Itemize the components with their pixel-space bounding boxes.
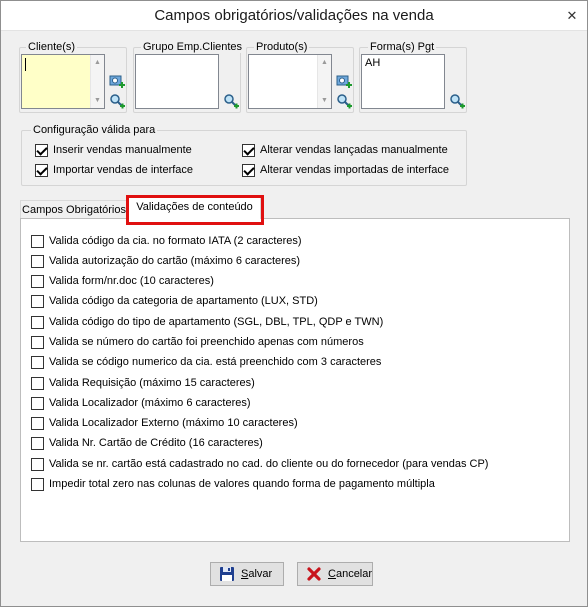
scroll-down-icon[interactable]: ▼ — [91, 94, 104, 107]
option-label: Alterar vendas importadas de interface — [260, 164, 449, 176]
search-forma-pgt-icon[interactable] — [449, 93, 465, 109]
checkbox[interactable] — [31, 316, 44, 329]
validation-label: Valida Localizador Externo (máximo 10 ca… — [49, 417, 298, 429]
checkbox[interactable] — [35, 144, 48, 157]
scroll-down-icon[interactable]: ▼ — [318, 94, 331, 107]
checkbox[interactable] — [242, 164, 255, 177]
checkbox[interactable] — [31, 437, 44, 450]
title-bar: Campos obrigatórios/validações na venda … — [1, 1, 587, 31]
scroll-up-icon[interactable]: ▲ — [91, 56, 104, 69]
checkbox[interactable] — [31, 255, 44, 268]
validation-label: Valida código do tipo de apartamento (SG… — [49, 316, 384, 328]
cancel-button[interactable]: Cancelar — [297, 562, 373, 586]
close-icon[interactable]: ✕ — [563, 7, 581, 25]
validation-label: Valida código da cia. no formato IATA (2… — [49, 235, 302, 247]
checkbox[interactable] — [31, 235, 44, 248]
list-item[interactable]: AH — [365, 57, 380, 69]
red-x-icon — [306, 566, 322, 582]
forma-pgt-list[interactable]: AH — [361, 54, 445, 109]
option-label: Alterar vendas lançadas manualmente — [260, 144, 448, 156]
validation-label: Valida código da categoria de apartament… — [49, 295, 318, 307]
option-label: Inserir vendas manualmente — [53, 144, 192, 156]
produto-scrollbar[interactable]: ▲ ▼ — [317, 55, 331, 108]
checkbox[interactable] — [242, 144, 255, 157]
validation-label: Impedir total zero nas colunas de valore… — [49, 478, 435, 490]
checkbox[interactable] — [31, 336, 44, 349]
checkbox[interactable] — [31, 478, 44, 491]
checkbox[interactable] — [31, 295, 44, 308]
validation-label: Valida se nr. cartão está cadastrado no … — [49, 458, 489, 470]
checkbox[interactable] — [31, 377, 44, 390]
group-configuracao-label: Configuração válida para — [31, 124, 158, 136]
tab-highlight-box — [126, 195, 264, 225]
checkbox[interactable] — [31, 417, 44, 430]
cancel-button-label: Cancelar — [328, 568, 373, 580]
save-button-label: Salvar — [241, 568, 273, 580]
dialog-window: Campos obrigatórios/validações na venda … — [0, 0, 588, 607]
clientes-list[interactable]: ▲ ▼ — [21, 54, 105, 109]
add-cliente-icon[interactable] — [109, 74, 125, 90]
validation-label: Valida autorização do cartão (máximo 6 c… — [49, 255, 301, 267]
text-cursor — [25, 58, 26, 71]
checkbox[interactable] — [31, 356, 44, 369]
group-configuracao: Configuração válida para — [21, 124, 467, 186]
checkbox[interactable] — [31, 458, 44, 471]
search-cliente-icon[interactable] — [109, 93, 125, 109]
validation-label: Valida se código numerico da cia. está p… — [49, 356, 382, 368]
validation-label: Valida se número do cartão foi preenchid… — [49, 336, 364, 348]
save-button[interactable]: Salvar — [210, 562, 284, 586]
scroll-up-icon[interactable]: ▲ — [318, 56, 331, 69]
checkbox[interactable] — [31, 397, 44, 410]
validation-label: Valida Requisição (máximo 15 caracteres) — [49, 377, 255, 389]
group-grupo-label: Grupo Emp.Clientes — [141, 41, 245, 53]
window-title: Campos obrigatórios/validações na venda — [154, 7, 434, 24]
group-forma-pgt-label: Forma(s) Pgt — [368, 41, 437, 53]
search-produto-icon[interactable] — [336, 93, 352, 109]
validation-label: Valida Localizador (máximo 6 caracteres) — [49, 397, 251, 409]
produto-list[interactable]: ▲ ▼ — [248, 54, 332, 109]
validation-label: Valida form/nr.doc (10 caracteres) — [49, 275, 214, 287]
tab-campos-obrigatorios[interactable]: Campos Obrigatórios — [20, 200, 128, 220]
checkbox[interactable] — [35, 164, 48, 177]
validation-label: Valida Nr. Cartão de Crédito (16 caracte… — [49, 437, 263, 449]
search-grupo-icon[interactable] — [223, 93, 239, 109]
floppy-disk-icon — [219, 566, 235, 582]
group-produto-label: Produto(s) — [254, 41, 310, 53]
option-label: Importar vendas de interface — [53, 164, 194, 176]
group-clientes-label: Cliente(s) — [26, 41, 78, 53]
add-produto-icon[interactable] — [336, 74, 352, 90]
grupo-list[interactable] — [135, 54, 219, 109]
clientes-scrollbar[interactable]: ▲ ▼ — [90, 55, 104, 108]
validacoes-panel: Valida código da cia. no formato IATA (2… — [20, 218, 570, 542]
checkbox[interactable] — [31, 275, 44, 288]
